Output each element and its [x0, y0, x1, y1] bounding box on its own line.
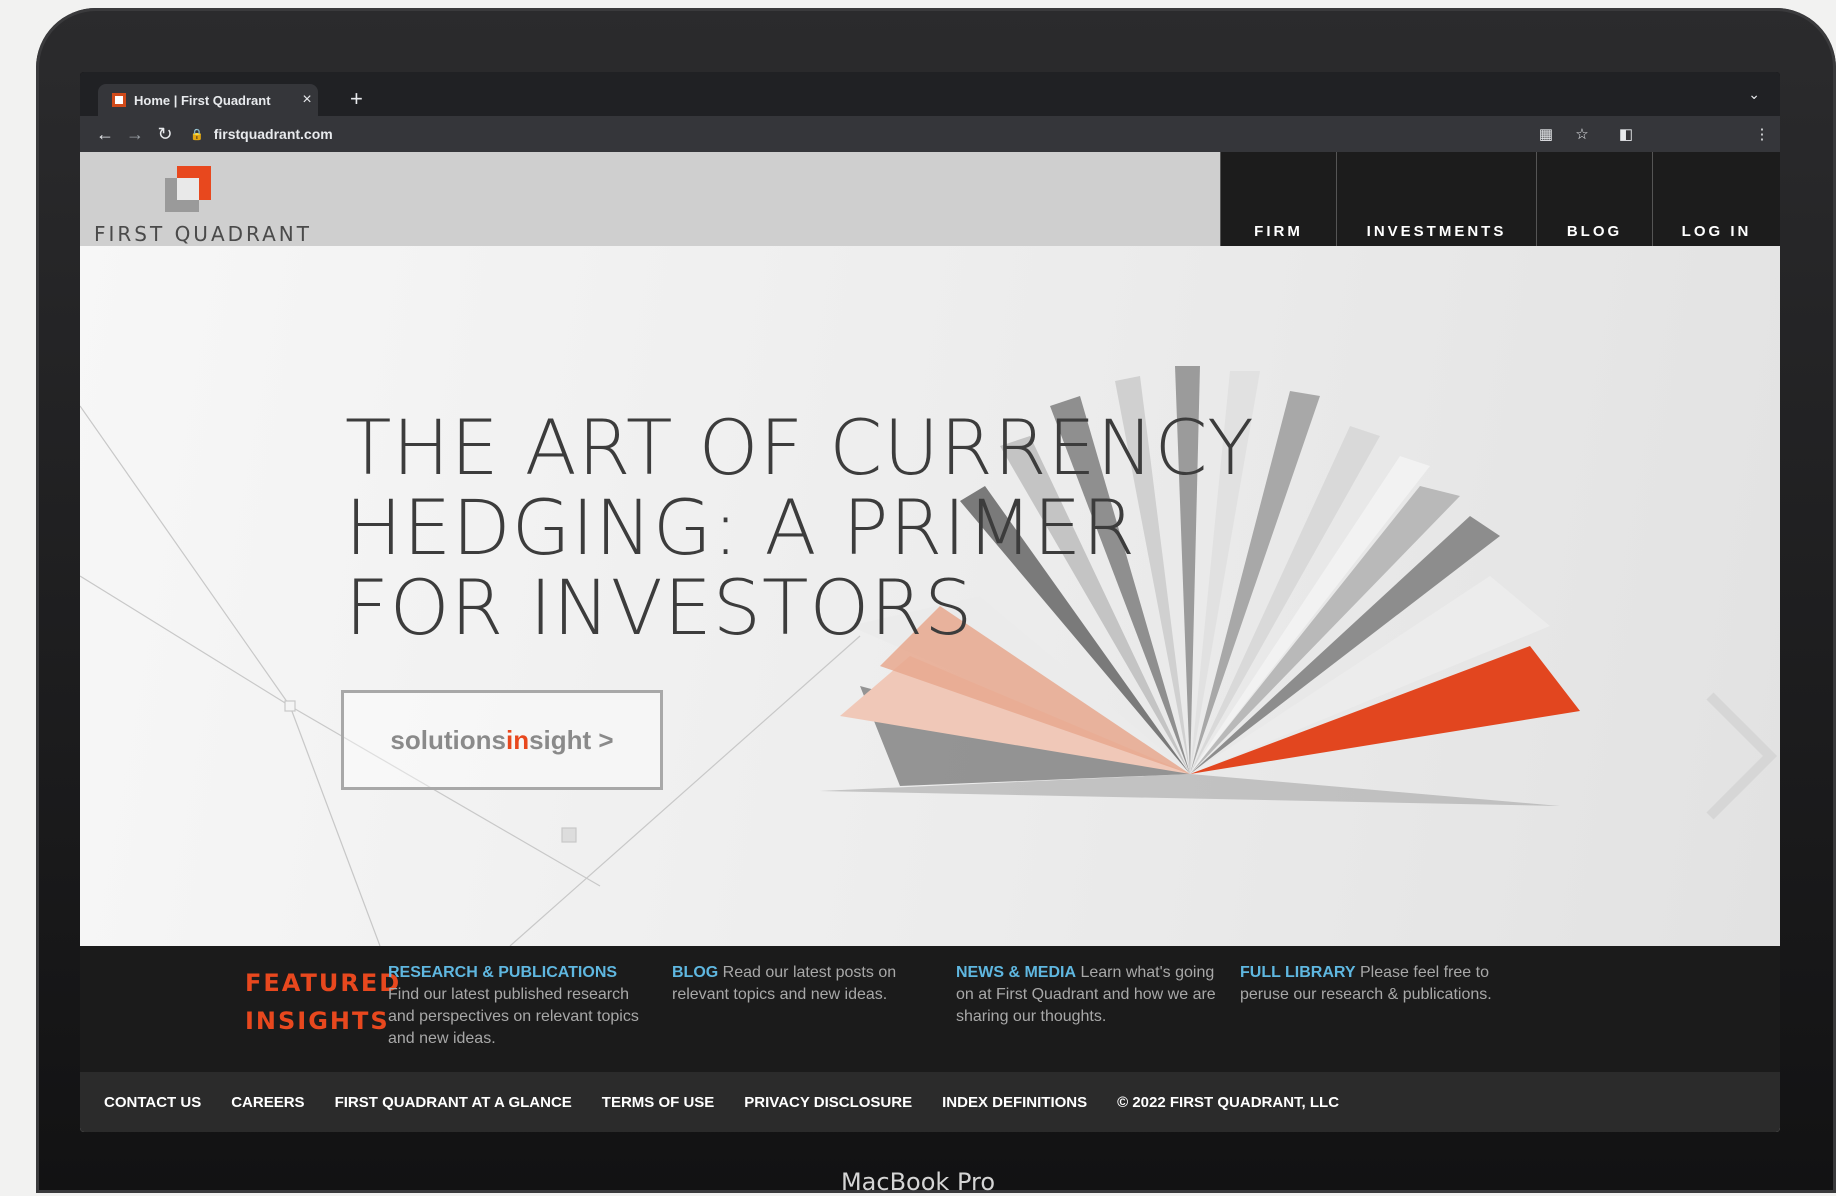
website: FIRST QUADRANT FIRM INVESTMENTS BLOG LOG…: [80, 152, 1780, 1132]
favicon-icon: [112, 93, 126, 107]
featured-item: RESEARCH & PUBLICATIONS Find our latest …: [388, 962, 648, 1050]
browser-tab[interactable]: Home | First Quadrant ×: [98, 84, 318, 116]
featured-item: FULL LIBRARY Please feel free to peruse …: [1240, 962, 1500, 1006]
side-panel-icon[interactable]: ◧: [1608, 125, 1644, 143]
bookmark-star-icon[interactable]: ☆: [1564, 125, 1600, 143]
browser-tabbar: Home | First Quadrant × + ⌄: [80, 72, 1780, 116]
reload-icon[interactable]: ↻: [150, 124, 180, 145]
site-header: FIRST QUADRANT FIRM INVESTMENTS BLOG LOG…: [80, 152, 1780, 246]
footer-contact-us[interactable]: CONTACT US: [104, 1094, 201, 1111]
site-footer: CONTACT US CAREERS FIRST QUADRANT AT A G…: [80, 1072, 1780, 1132]
device-label: MacBook Pro: [840, 1168, 996, 1196]
main-nav: FIRM INVESTMENTS BLOG LOG IN: [1220, 152, 1780, 246]
copyright: © 2022 FIRST QUADRANT, LLC: [1117, 1093, 1340, 1111]
close-tab-icon[interactable]: ×: [296, 91, 318, 109]
hero-title: THE ART OF CURRENCY HEDGING: A PRIMER FO…: [345, 403, 1255, 652]
blog-link[interactable]: BLOG: [672, 964, 718, 981]
footer-index-definitions[interactable]: INDEX DEFINITIONS: [942, 1094, 1087, 1111]
logo-text[interactable]: FIRST QUADRANT: [94, 222, 312, 246]
cta-part-2: in: [505, 724, 530, 755]
news-media-link[interactable]: NEWS & MEDIA: [956, 964, 1076, 981]
footer-terms-of-use[interactable]: TERMS OF USE: [602, 1094, 715, 1111]
cta-part-3: sight >: [529, 724, 614, 755]
featured-heading: FEATURED INSIGHTS: [245, 969, 402, 1035]
tab-title: Home | First Quadrant: [134, 92, 271, 108]
forward-icon[interactable]: →: [120, 124, 150, 145]
featured-text: Find our latest published research and p…: [388, 986, 639, 1047]
logo-mark-icon[interactable]: [165, 166, 211, 212]
featured-insights: FEATURED INSIGHTS RESEARCH & PUBLICATION…: [80, 946, 1780, 1072]
menu-kebab-icon[interactable]: ⋮: [1744, 125, 1780, 143]
address-bar[interactable]: 🔒 firstquadrant.com: [190, 126, 333, 142]
solutions-insight-button[interactable]: solutions in sight >: [341, 690, 663, 790]
full-library-link[interactable]: FULL LIBRARY: [1240, 964, 1356, 981]
featured-item: BLOG Read our latest posts on relevant t…: [672, 962, 932, 1006]
laptop-screen: Home | First Quadrant × + ⌄ ← → ↻ 🔒 firs…: [80, 72, 1780, 1132]
new-tab-icon[interactable]: +: [350, 86, 363, 112]
nav-investments[interactable]: INVESTMENTS: [1336, 152, 1536, 246]
footer-at-a-glance[interactable]: FIRST QUADRANT AT A GLANCE: [335, 1094, 572, 1111]
lock-icon: 🔒: [190, 128, 204, 141]
nav-blog[interactable]: BLOG: [1536, 152, 1652, 246]
nav-firm[interactable]: FIRM: [1220, 152, 1336, 246]
browser-toolbar: ← → ↻ 🔒 firstquadrant.com ▦ ☆ ◧ ⋮: [80, 116, 1780, 152]
nav-login[interactable]: LOG IN: [1652, 152, 1780, 246]
qr-icon[interactable]: ▦: [1528, 125, 1564, 143]
back-icon[interactable]: ←: [90, 124, 120, 145]
cta-part-1: solutions: [390, 724, 506, 755]
hero-banner: THE ART OF CURRENCY HEDGING: A PRIMER FO…: [80, 246, 1780, 946]
featured-item: NEWS & MEDIA Learn what's going on at Fi…: [956, 962, 1216, 1028]
footer-privacy-disclosure[interactable]: PRIVACY DISCLOSURE: [744, 1094, 912, 1111]
footer-careers[interactable]: CAREERS: [231, 1094, 304, 1111]
next-slide-chevron-icon[interactable]: [1700, 686, 1780, 826]
tab-search-icon[interactable]: ⌄: [1748, 86, 1760, 103]
url-text: firstquadrant.com: [213, 126, 333, 142]
research-publications-link[interactable]: RESEARCH & PUBLICATIONS: [388, 964, 617, 981]
